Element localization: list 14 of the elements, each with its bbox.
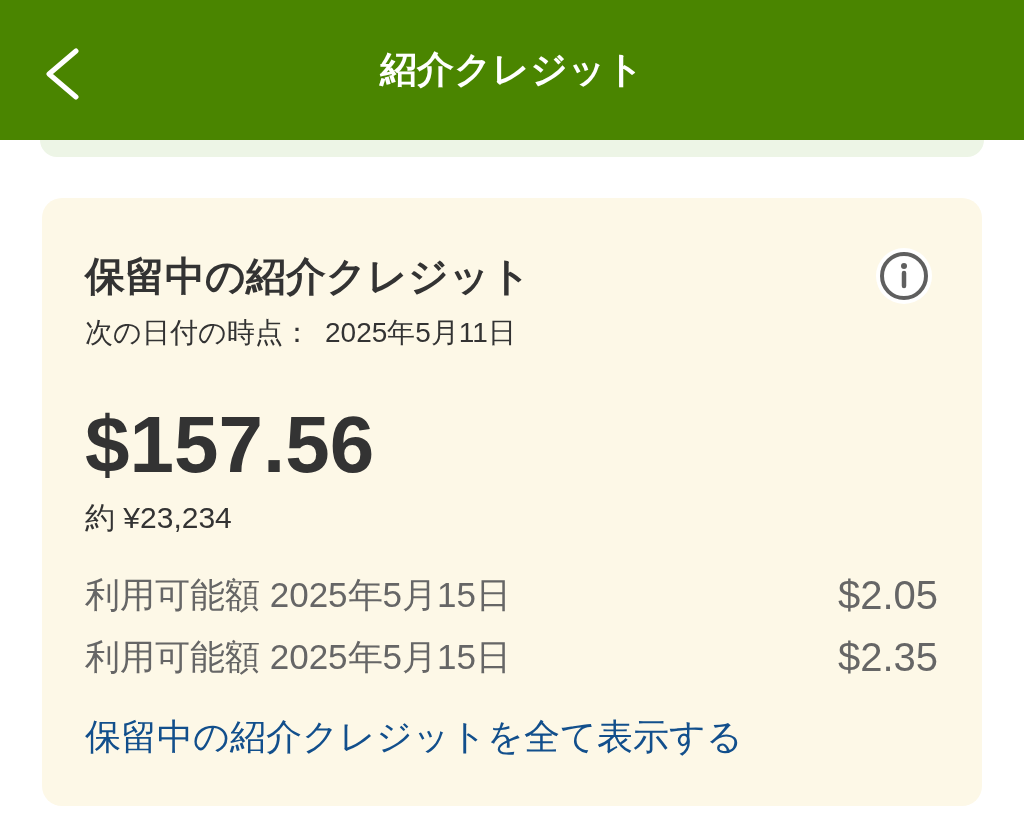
as-of-label: 次の日付の時点： (85, 316, 311, 350)
availability-date-text: 利用可能額 2025年5月15日 (85, 636, 511, 678)
approx-yen-amount: 約 ¥23,234 (85, 500, 232, 536)
availability-date-text: 利用可能額 2025年5月15日 (85, 574, 511, 616)
credit-amount: $2.35 (837, 635, 938, 679)
info-button[interactable] (876, 248, 932, 304)
card-title: 保留中の紹介クレジット (85, 253, 531, 300)
info-icon (876, 248, 932, 304)
chevron-left-icon (44, 48, 80, 100)
page-title: 紹介クレジット (380, 48, 644, 92)
credit-amount: $2.05 (837, 573, 938, 617)
as-of-date: 2025年5月11日 (325, 316, 516, 350)
view-all-pending-link[interactable]: 保留中の紹介クレジットを全て表示する (85, 715, 743, 759)
pending-amount: $157.56 (85, 405, 375, 485)
